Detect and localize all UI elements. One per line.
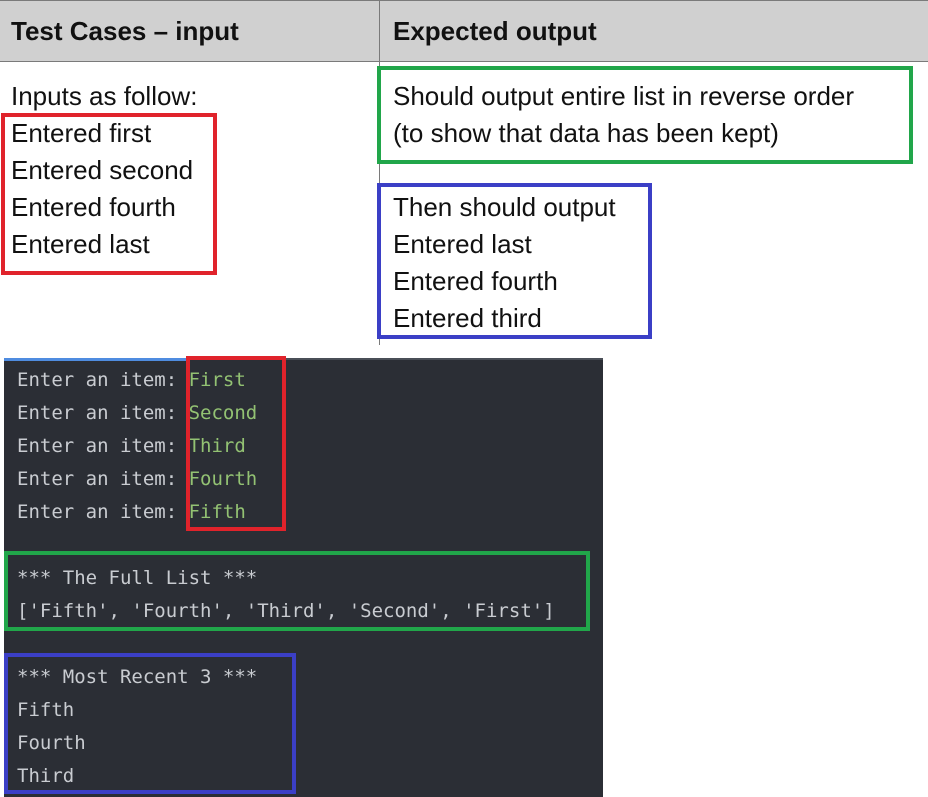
blue-highlight-box-recent: [377, 183, 652, 339]
prompt-text: Enter an item:: [17, 435, 189, 457]
prompt-text: Enter an item:: [17, 468, 189, 490]
blue-highlight-box-terminal-recent: [4, 653, 296, 794]
terminal-tab-accent: [4, 358, 186, 361]
header-expected-output: Expected output: [393, 16, 597, 46]
header-test-cases-input: Test Cases – input: [11, 16, 239, 46]
inputs-intro: Inputs as follow:: [11, 81, 198, 111]
prompt-text: Enter an item:: [17, 501, 189, 523]
prompt-text: Enter an item:: [17, 402, 189, 424]
prompt-text: Enter an item:: [17, 369, 189, 391]
red-highlight-box-entered-items: [186, 356, 286, 531]
green-highlight-box-full-list: [377, 66, 913, 164]
green-highlight-box-terminal-list: [4, 551, 590, 631]
red-highlight-box-inputs: [1, 113, 217, 275]
